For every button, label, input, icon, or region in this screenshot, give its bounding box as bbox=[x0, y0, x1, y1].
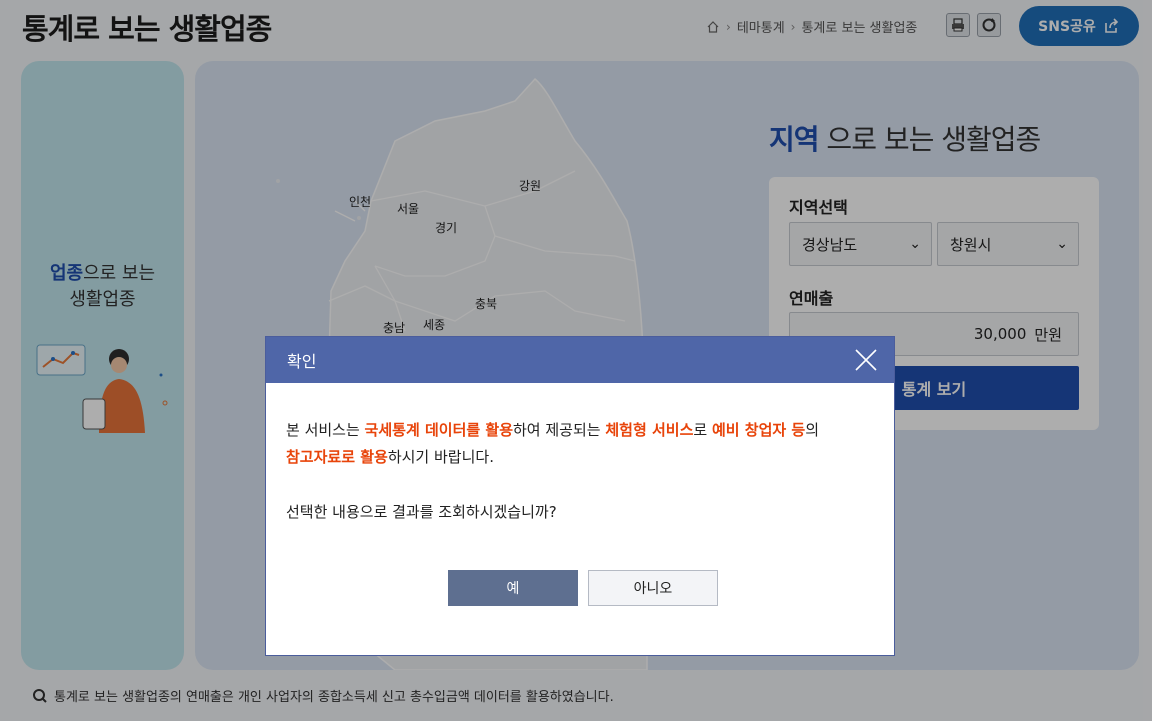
msg-highlight: 예비 창업자 등 bbox=[711, 421, 806, 439]
confirm-dialog: 확인 본 서비스는 국세통계 데이터를 활용하여 제공되는 체험형 서비스로 예… bbox=[265, 336, 895, 656]
msg-text: 로 bbox=[693, 421, 712, 439]
yes-button[interactable]: 예 bbox=[448, 570, 578, 606]
msg-text: 하시기 바랍니다. bbox=[387, 448, 494, 466]
msg-highlight: 체험형 서비스 bbox=[605, 421, 694, 439]
close-icon[interactable] bbox=[854, 348, 878, 372]
no-button[interactable]: 아니오 bbox=[588, 570, 718, 606]
msg-text: 의 bbox=[805, 421, 820, 439]
msg-text: 본 서비스는 bbox=[286, 421, 365, 439]
msg-highlight: 국세통계 데이터를 활용 bbox=[364, 421, 513, 439]
dialog-header: 확인 bbox=[266, 337, 894, 383]
dialog-question: 선택한 내용으로 결과를 조회하시겠습니까? bbox=[286, 503, 557, 521]
msg-highlight: 참고자료로 활용 bbox=[286, 448, 388, 466]
dialog-title: 확인 bbox=[287, 352, 317, 371]
dialog-message: 본 서비스는 국세통계 데이터를 활용하여 제공되는 체험형 서비스로 예비 창… bbox=[286, 417, 874, 471]
dialog-body: 본 서비스는 국세통계 데이터를 활용하여 제공되는 체험형 서비스로 예비 창… bbox=[266, 383, 894, 526]
msg-text: 하여 제공되는 bbox=[513, 421, 606, 439]
